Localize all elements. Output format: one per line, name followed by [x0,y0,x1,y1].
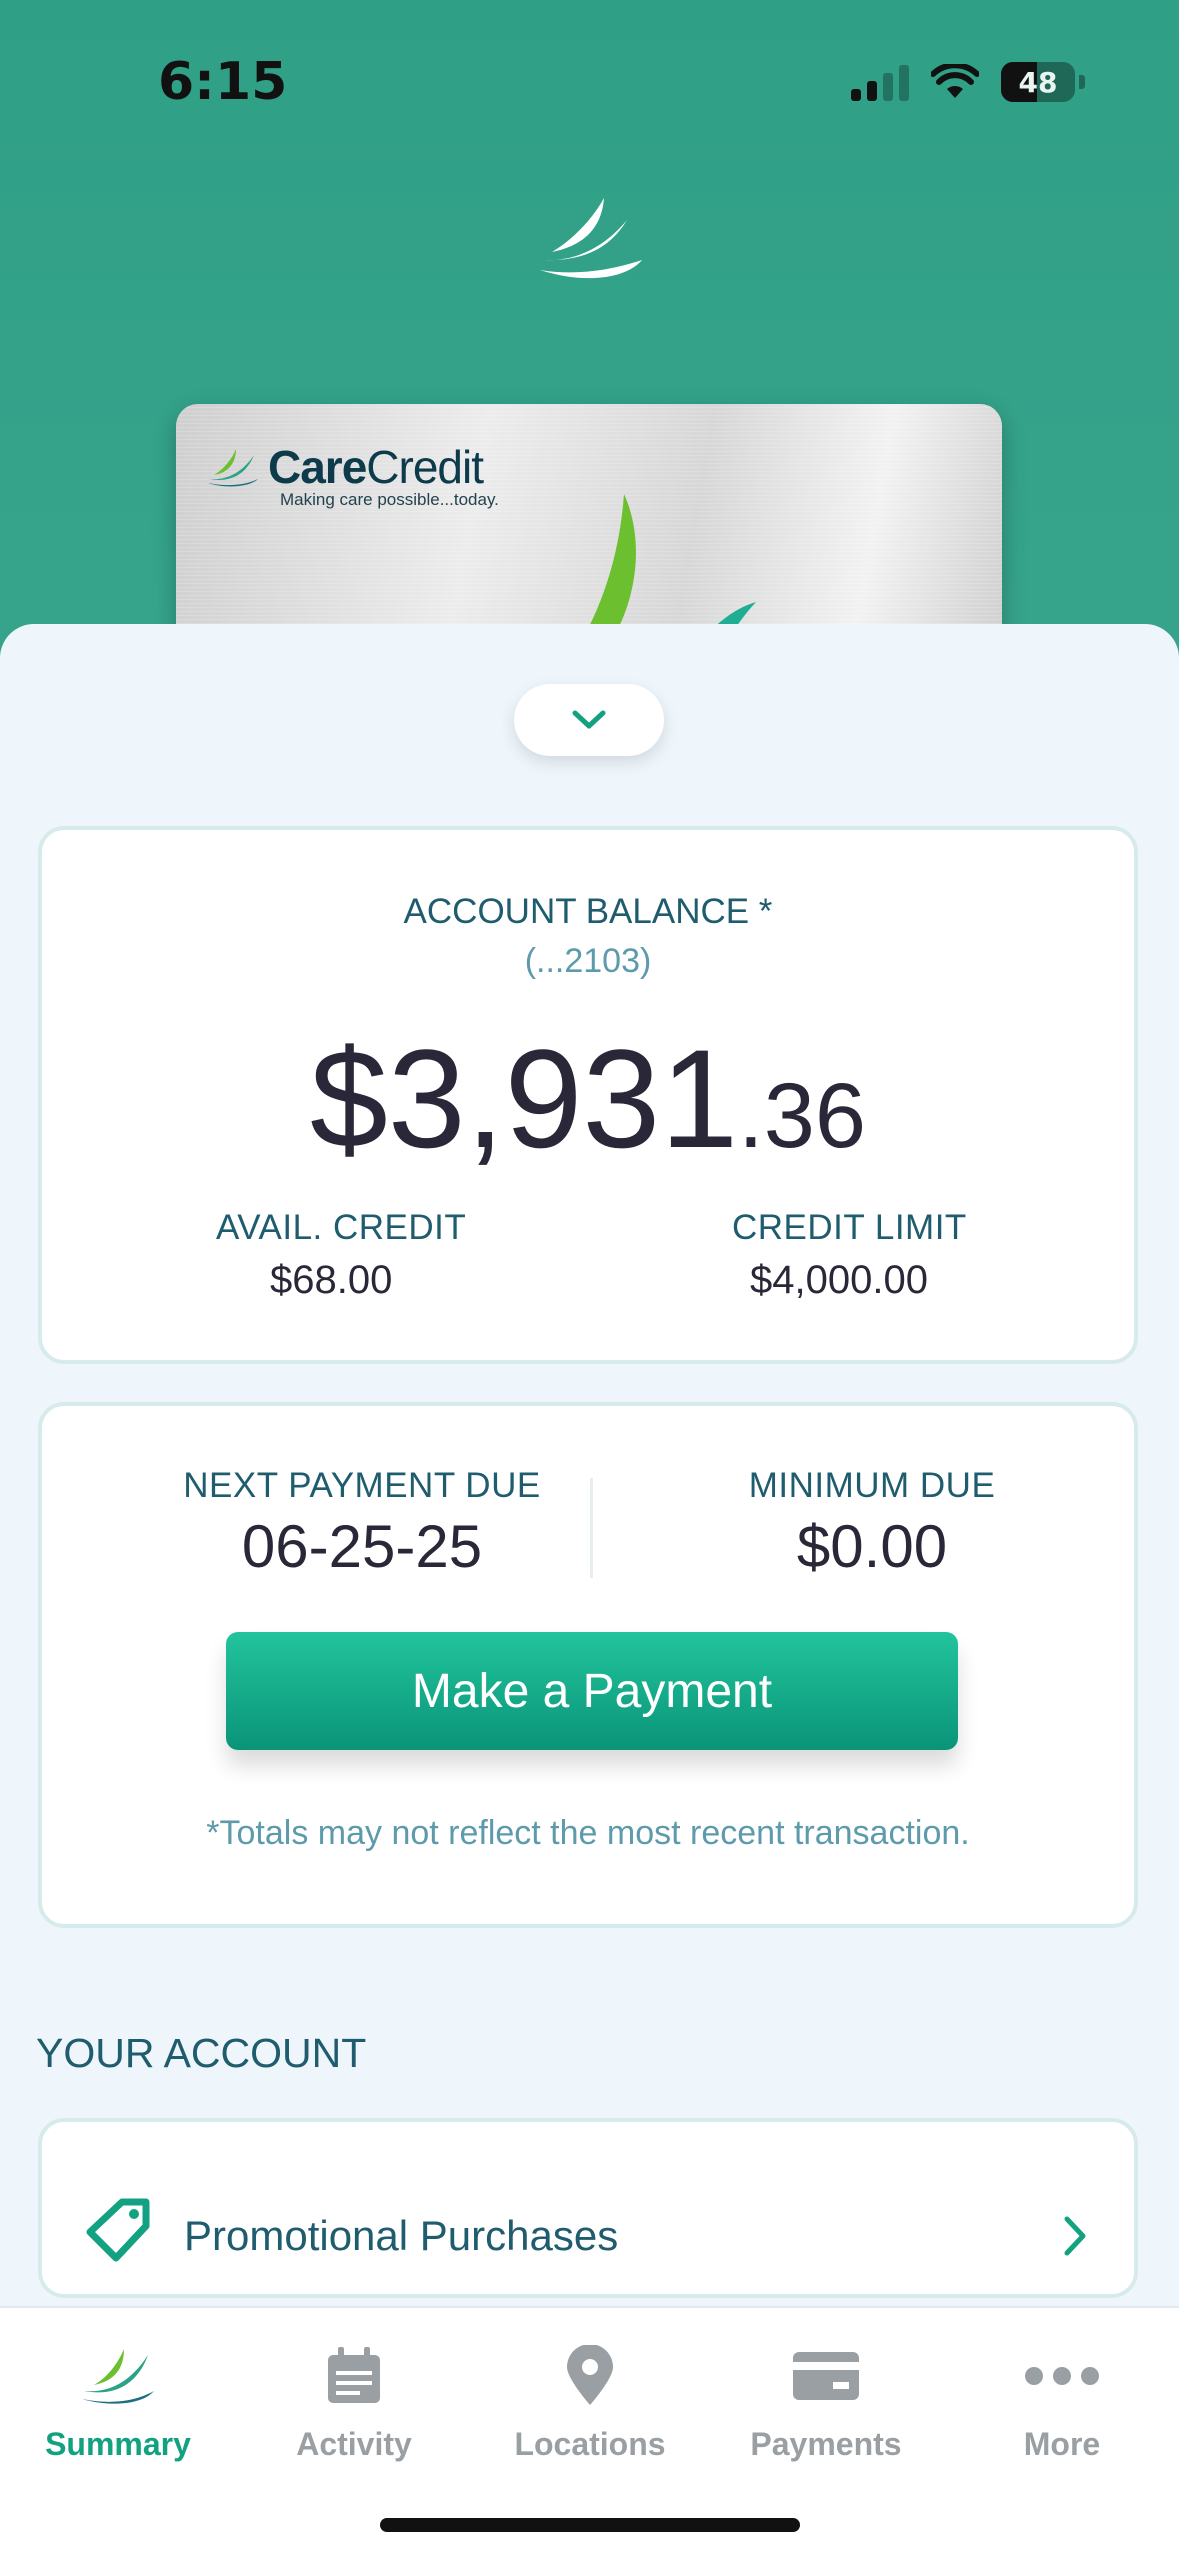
next-payment-due: NEXT PAYMENT DUE 06-25-25 [142,1466,582,1581]
collapse-card-button[interactable] [514,684,664,756]
make-payment-button[interactable]: Make a Payment [226,1632,958,1750]
tag-icon [86,2198,150,2262]
your-account-title: YOUR ACCOUNT [36,2030,367,2076]
balance-amount: $3,931.36 [42,1018,1134,1180]
more-dots-icon [1025,2367,1099,2385]
home-indicator[interactable] [380,2518,800,2532]
tab-locations-label: Locations [514,2426,666,2462]
available-credit-value: $68.00 [270,1258,393,1302]
battery-level: 48 [1018,65,1058,99]
promotional-purchases-row[interactable]: Promotional Purchases [38,2118,1138,2298]
minimum-due-label: MINIMUM DUE [748,1466,996,1505]
minimum-due: MINIMUM DUE $0.00 [662,1466,1082,1581]
card-logo-icon [208,449,258,487]
summary-logo-icon [82,2349,154,2404]
location-pin-icon [567,2345,613,2405]
card-tagline: Making care possible...today. [280,490,499,509]
credit-limit-label: CREDIT LIMIT [732,1208,967,1247]
tab-more-label: More [1023,2426,1101,2462]
status-time: 6:15 [158,52,288,112]
calendar-icon [328,2347,380,2403]
chevron-right-icon [1064,2216,1086,2256]
tab-locations[interactable]: Locations [472,2336,708,2463]
payment-divider [590,1478,593,1578]
available-credit-label: AVAIL. CREDIT [216,1208,467,1247]
account-number: (...2103) [524,942,652,980]
tab-payments-label: Payments [750,2426,902,2462]
tab-activity[interactable]: Activity [236,2336,472,2463]
battery-icon: 48 [1001,62,1075,102]
card-brand: CareCredit [206,440,484,494]
available-credit: AVAIL. CREDIT $68.00 [172,1208,592,1303]
status-icons: 48 [851,62,1085,102]
credit-limit: CREDIT LIMIT $4,000.00 [732,1208,1072,1303]
credit-limit-value: $4,000.00 [750,1258,928,1302]
totals-disclaimer: *Totals may not reflect the most recent … [206,1814,970,1852]
account-balance-title: ACCOUNT BALANCE * [403,892,773,931]
chevron-down-icon [572,710,606,729]
card-brand-light: Credit [366,441,484,493]
account-balance-box: ACCOUNT BALANCE * (...2103) $3,931.36 AV… [38,826,1138,1364]
carecredit-logo-icon [540,198,642,279]
credit-card-icon [793,2352,859,2400]
wifi-icon [931,64,979,98]
balance-cents: .36 [738,1065,867,1167]
next-payment-due-value: 06-25-25 [241,1513,483,1580]
tab-activity-label: Activity [296,2426,412,2462]
tab-payments[interactable]: Payments [708,2336,944,2463]
next-payment-due-label: NEXT PAYMENT DUE [183,1466,541,1505]
tab-more[interactable]: More [944,2336,1179,2463]
tab-summary-label: Summary [45,2426,191,2462]
payment-box: NEXT PAYMENT DUE 06-25-25 MINIMUM DUE $0… [38,1402,1138,1928]
promotional-purchases-label: Promotional Purchases [184,2212,619,2259]
cellular-signal-icon [851,63,909,101]
tab-summary[interactable]: Summary [0,2336,236,2463]
balance-dollars: $3,931 [309,1020,739,1177]
card-brand-bold: Care [268,441,367,493]
minimum-due-value: $0.00 [796,1513,948,1580]
